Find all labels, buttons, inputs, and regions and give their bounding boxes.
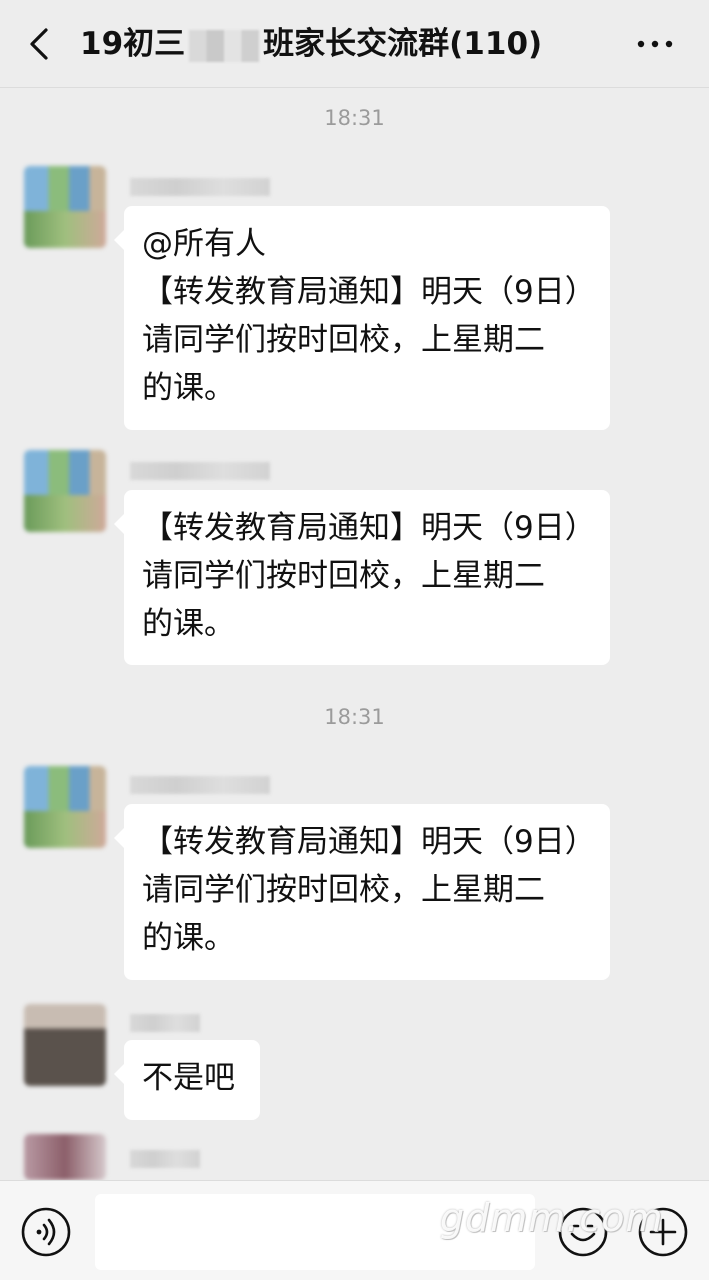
message-line: 请同学们按时回校，上星期二 xyxy=(142,558,545,594)
avatar[interactable] xyxy=(24,1004,106,1086)
message-line: 【转发教育局通知】明天（9日） xyxy=(142,510,596,546)
sender-name xyxy=(130,1014,200,1032)
back-icon[interactable] xyxy=(20,24,60,64)
message-line: 的课。 xyxy=(142,370,235,406)
message-line: 不是吧 xyxy=(142,1060,235,1096)
more-icon[interactable] xyxy=(631,30,679,58)
chat-title-suffix: 班家长交流群(110) xyxy=(263,26,543,62)
message-bubble[interactable]: 【转发教育局通知】明天（9日） 请同学们按时回校，上星期二 的课。 xyxy=(114,804,610,980)
message-line: 【转发教育局通知】明天（9日） xyxy=(142,824,596,860)
message-bubble[interactable]: 不是吧 xyxy=(114,1040,260,1120)
chat-title: 19初三 班家长交流群(110) xyxy=(80,22,542,66)
sender-name xyxy=(130,178,270,196)
voice-icon[interactable] xyxy=(20,1206,72,1258)
sender-name xyxy=(130,1150,200,1168)
avatar[interactable] xyxy=(24,766,106,848)
message-line: 请同学们按时回校，上星期二 xyxy=(142,872,545,908)
message-bubble[interactable]: 【转发教育局通知】明天（9日） 请同学们按时回校，上星期二 的课。 xyxy=(114,490,610,665)
masked-class-name xyxy=(189,29,260,62)
message-line: 的课。 xyxy=(142,606,235,642)
sender-name xyxy=(130,776,270,794)
avatar[interactable] xyxy=(24,1134,106,1180)
message-line: 的课。 xyxy=(142,920,235,956)
avatar[interactable] xyxy=(24,166,106,248)
avatar[interactable] xyxy=(24,450,106,532)
message-line: @所有人 xyxy=(142,226,266,262)
timestamp: 18:31 xyxy=(324,106,385,130)
message-bubble[interactable]: @所有人 【转发教育局通知】明天（9日） 请同学们按时回校，上星期二 的课。 xyxy=(114,206,610,430)
chat-title-prefix: 19初三 xyxy=(80,26,186,62)
top-bar: 19初三 班家长交流群(110) xyxy=(0,0,709,88)
sender-name xyxy=(130,462,270,480)
message-line: 请同学们按时回校，上星期二 xyxy=(142,322,545,358)
timestamp: 18:31 xyxy=(324,705,385,729)
message-line: 【转发教育局通知】明天（9日） xyxy=(142,274,596,310)
watermark: gdmm.com xyxy=(440,1196,664,1240)
